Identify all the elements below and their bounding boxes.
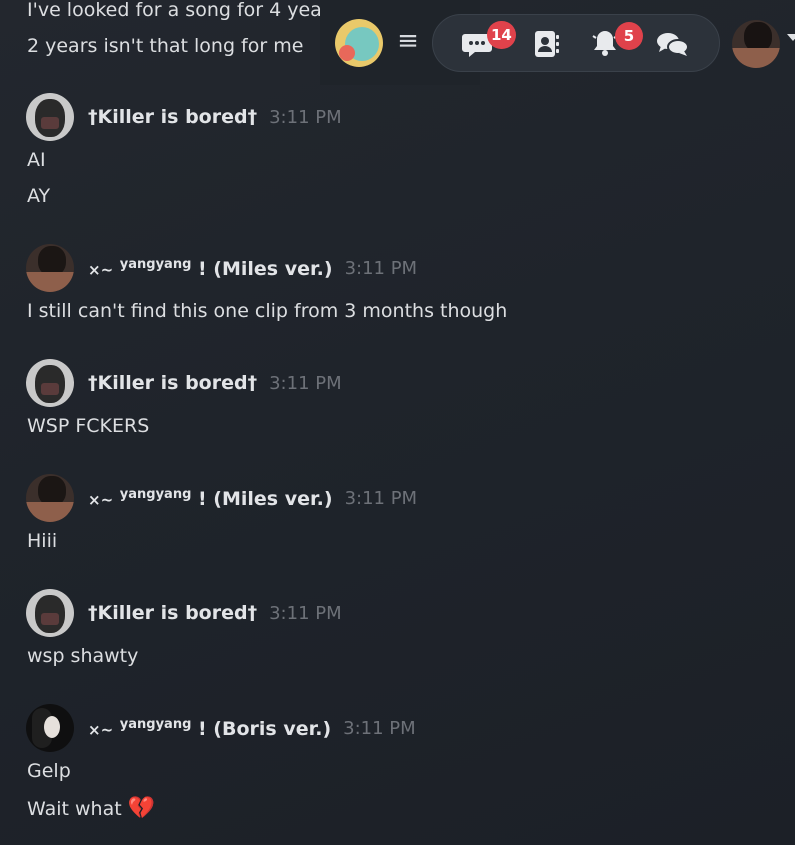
- toolbar-pill: 14 5: [432, 14, 720, 72]
- chevron-down-icon[interactable]: [787, 34, 795, 41]
- menu-icon[interactable]: ≡: [396, 28, 420, 54]
- message-text: wsp shawty: [27, 645, 139, 667]
- username[interactable]: †Killer is bored†: [88, 372, 257, 394]
- avatar[interactable]: [26, 704, 74, 752]
- avatar[interactable]: [26, 359, 74, 407]
- message-text: AI: [27, 149, 46, 171]
- message-text: Hiii: [27, 530, 58, 552]
- timestamp: 3:11 PM: [269, 106, 342, 128]
- timestamp: 3:11 PM: [269, 372, 342, 394]
- avatar[interactable]: [26, 93, 74, 141]
- app-logo-avatar[interactable]: [335, 19, 383, 67]
- message-header: ×~ yangyang ! (Boris ver.) 3:11 PM: [26, 703, 416, 753]
- username[interactable]: ×~ yangyang ! (Miles ver.): [88, 257, 333, 280]
- username[interactable]: ×~ yangyang ! (Miles ver.): [88, 487, 333, 510]
- message-text: I still can't find this one clip from 3 …: [27, 300, 508, 322]
- timestamp: 3:11 PM: [269, 602, 342, 624]
- username[interactable]: ×~ yangyang ! (Boris ver.): [88, 717, 331, 740]
- timestamp: 3:11 PM: [344, 257, 418, 279]
- avatar[interactable]: [26, 244, 74, 292]
- username[interactable]: †Killer is bored†: [88, 106, 257, 128]
- user-avatar[interactable]: [732, 20, 780, 68]
- message-header: †Killer is bored† 3:11 PM: [26, 588, 342, 638]
- message-text: Wait what 💔: [27, 796, 156, 821]
- message-text: 2 years isn't that long for me: [27, 35, 304, 57]
- avatar[interactable]: [26, 474, 74, 522]
- username[interactable]: †Killer is bored†: [88, 602, 257, 624]
- message-text: AY: [27, 185, 51, 207]
- message-header: †Killer is bored† 3:11 PM: [26, 92, 342, 142]
- messages-badge: 14: [487, 21, 516, 49]
- message-header: †Killer is bored† 3:11 PM: [26, 358, 342, 408]
- message-header: ×~ yangyang ! (Miles ver.) 3:11 PM: [26, 243, 417, 293]
- message-header: ×~ yangyang ! (Miles ver.) 3:11 PM: [26, 473, 417, 523]
- timestamp: 3:11 PM: [343, 717, 416, 739]
- top-toolbar: ≡ 14 5: [320, 0, 795, 85]
- timestamp: 3:11 PM: [344, 487, 418, 509]
- chat-app: I've looked for a song for 4 years befor…: [0, 0, 795, 845]
- conversations-icon[interactable]: [655, 28, 691, 60]
- message-text: WSP FCKERS: [27, 415, 150, 437]
- notifications-badge: 5: [615, 22, 643, 50]
- message-feed: I've looked for a song for 4 years befor…: [0, 0, 795, 845]
- broken-heart-emoji: 💔: [127, 796, 156, 821]
- message-text: Gelp: [27, 760, 71, 782]
- avatar[interactable]: [26, 589, 74, 637]
- contacts-icon[interactable]: [531, 28, 563, 60]
